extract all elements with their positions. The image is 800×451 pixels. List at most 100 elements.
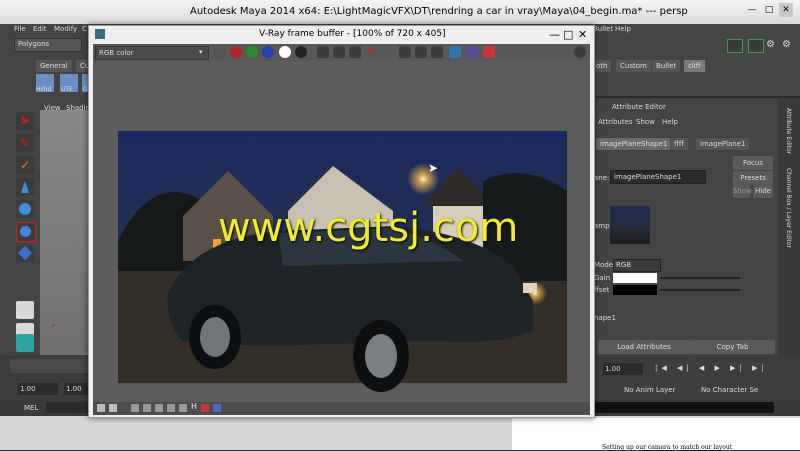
load-attributes-button[interactable]: Load Attributes <box>598 340 690 354</box>
menu-edit[interactable]: Edit <box>33 25 47 33</box>
history-icon[interactable] <box>466 46 478 58</box>
maya-title-bar: Autodesk Maya 2014 x64: E:\LightMagicVFX… <box>0 0 800 24</box>
tool-settings-icon[interactable]: ⚙ <box>782 39 794 51</box>
attr-tab-ffff[interactable]: ffff <box>670 138 688 150</box>
mode-dropdown-attr[interactable]: RGB <box>613 259 661 272</box>
vfb-maximize-icon[interactable]: □ <box>563 28 573 41</box>
link-vfb-icon[interactable] <box>431 46 443 58</box>
region-render-icon[interactable] <box>415 46 427 58</box>
vfb-close-icon[interactable]: ✕ <box>578 28 587 41</box>
status-icon-2[interactable] <box>109 404 117 412</box>
mel-input[interactable] <box>46 402 90 413</box>
duplicate-icon[interactable] <box>349 46 361 58</box>
ute-shelf-icon[interactable]: UTE <box>60 74 78 93</box>
status-icon-1[interactable] <box>97 404 105 412</box>
status-icon-11[interactable] <box>213 404 221 412</box>
copy-tab-button[interactable]: Copy Tab <box>690 340 775 354</box>
ab-compare-icon[interactable] <box>483 46 495 58</box>
mono-channel-icon[interactable] <box>295 46 307 58</box>
manipulator-tool-icon[interactable] <box>16 244 34 262</box>
scale-tool-icon[interactable] <box>16 222 36 242</box>
gain-color-swatch[interactable] <box>613 273 657 283</box>
gain-slider[interactable] <box>660 277 740 279</box>
status-icon-4[interactable] <box>131 404 139 412</box>
vray-logo-icon <box>95 29 105 39</box>
presets-button[interactable]: Presets <box>733 171 773 185</box>
clear-image-icon[interactable]: ✕ <box>365 46 377 58</box>
menu-modify[interactable]: Modify <box>54 25 77 33</box>
rotate-tool-icon[interactable] <box>16 200 34 218</box>
attr-tab-imageplane[interactable]: imagePlane1 <box>696 138 750 150</box>
vfb-toolbar: RGB color ▾ ✕ <box>93 44 590 61</box>
attr-menu-show[interactable]: Show <box>636 118 655 126</box>
side-tab-attribute-editor[interactable]: Attribute Editor <box>785 108 792 154</box>
attr-toggle-icon[interactable] <box>748 39 764 53</box>
offset-label: ffset <box>594 286 610 294</box>
layout-single-icon[interactable] <box>16 301 34 319</box>
menu-create[interactable]: C <box>82 25 87 33</box>
character-set-dropdown[interactable]: No Character Se <box>701 386 758 394</box>
track-mouse-icon[interactable] <box>399 46 411 58</box>
perspective-viewport[interactable]: ↗ <box>40 110 95 355</box>
name-field-label: ane: <box>594 174 610 182</box>
attr-tab-imageplaneshape[interactable]: imagePlaneShape1 <box>596 138 672 150</box>
shelf-tab-cliff[interactable]: cliff <box>684 60 705 72</box>
status-icon-5[interactable] <box>143 404 151 412</box>
channel-toggle-icon[interactable] <box>727 39 743 53</box>
blue-channel-icon[interactable] <box>262 46 274 58</box>
shelf-tab-general[interactable]: General <box>36 60 72 72</box>
vfb-settings-icon[interactable] <box>574 46 586 58</box>
focus-button[interactable]: Focus <box>733 156 773 170</box>
anim-layer-dropdown[interactable]: No Anim Layer <box>624 386 675 394</box>
vfb-title-bar: V-Ray frame buffer - [100% of 720 x 405]… <box>89 26 594 43</box>
name-field[interactable]: imagePlaneShape1 <box>610 170 706 184</box>
current-time-field[interactable]: 1.00 <box>603 363 643 375</box>
save-image-icon[interactable] <box>317 46 329 58</box>
move-tool-icon[interactable] <box>16 178 34 196</box>
status-icon-8[interactable] <box>179 404 187 412</box>
gain-label: Gain <box>594 274 611 282</box>
show-button[interactable]: Show <box>733 184 752 198</box>
menu-file[interactable]: File <box>14 25 26 33</box>
render-icon[interactable] <box>449 46 461 58</box>
vfb-minimize-icon[interactable]: — <box>549 28 560 41</box>
status-icon-h[interactable]: H <box>191 402 197 411</box>
alpha-channel-icon[interactable] <box>279 46 291 58</box>
minimize-icon[interactable]: — <box>745 3 759 17</box>
image-sample-thumbnail <box>610 206 650 244</box>
status-icon-10[interactable] <box>201 404 209 412</box>
rgb-channel-icon[interactable] <box>213 46 225 58</box>
lasso-tool-icon[interactable]: ✎ <box>16 134 34 152</box>
playback-controls-icon[interactable]: |◀ ◀| ◀ ▶ ▶| ▶| <box>655 364 768 372</box>
vfb-title: V-Ray frame buffer - [100% of 720 x 405] <box>259 29 446 39</box>
offset-color-swatch[interactable] <box>613 285 657 295</box>
paint-tool-icon[interactable]: ✓ <box>16 156 34 174</box>
menu-help[interactable]: Help <box>615 25 631 33</box>
offset-slider[interactable] <box>660 289 740 291</box>
shelf-tab-bullet[interactable]: Bullet <box>652 60 681 72</box>
red-channel-icon[interactable] <box>230 46 242 58</box>
status-icon-6[interactable] <box>155 404 163 412</box>
side-tabs-strip[interactable]: Attribute Editor Channel Box / Layer Edi… <box>778 98 800 360</box>
hide-button[interactable]: Hide <box>753 184 773 198</box>
mode-dropdown[interactable]: Polygons <box>14 38 82 52</box>
green-channel-icon[interactable] <box>246 46 258 58</box>
document-window: Setting up our camera to match our layou… <box>512 418 800 451</box>
mode-label: Mode <box>594 261 614 269</box>
status-icon-3[interactable]: i <box>121 403 123 412</box>
side-tab-channel-box[interactable]: Channel Box / Layer Editor <box>785 168 792 248</box>
hshd-shelf-icon[interactable]: Hshd <box>36 74 54 93</box>
start-time-field[interactable]: 1.00 <box>18 383 58 395</box>
status-icon-7[interactable] <box>167 404 175 412</box>
channel-dropdown[interactable]: RGB color ▾ <box>95 46 209 60</box>
attr-menu-attributes[interactable]: Attributes <box>598 118 633 126</box>
settings-icon[interactable]: ⚙ <box>766 39 778 51</box>
outliner-icon[interactable] <box>16 334 34 352</box>
select-tool-icon[interactable]: ➤ <box>16 112 34 130</box>
attr-menu-help[interactable]: Help <box>662 118 678 126</box>
save-all-icon[interactable] <box>333 46 345 58</box>
close-icon[interactable]: ✕ <box>779 3 793 17</box>
menu-bullet[interactable]: Bullet <box>593 25 613 33</box>
shelf-tab-custom[interactable]: Custom <box>616 60 651 72</box>
maximize-icon[interactable]: □ <box>762 3 776 17</box>
